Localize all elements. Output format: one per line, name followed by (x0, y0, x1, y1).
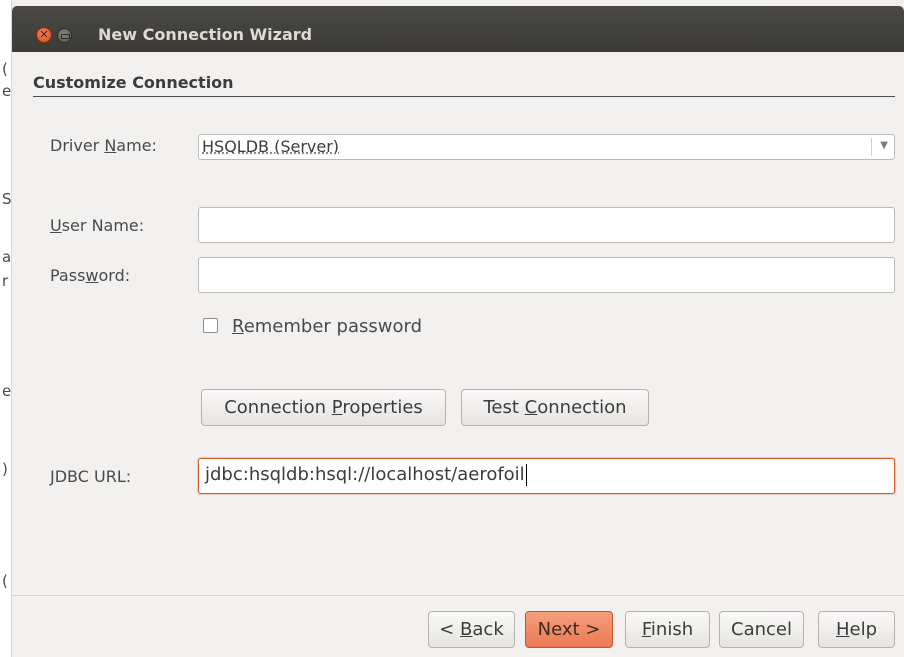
mnemonic: N (104, 136, 117, 155)
background-text-fragment: r (2, 272, 9, 290)
jdbc-url-value: jdbc:hsqldb:hsql://localhost/aerofoil (205, 464, 525, 485)
window-title: New Connection Wizard (98, 25, 313, 44)
remember-password-label[interactable]: Remember password (232, 316, 422, 337)
mnemonic: B (460, 619, 473, 640)
next-button[interactable]: Next > (525, 611, 613, 648)
background-text-fragment: e (2, 82, 12, 100)
mnemonic: F (641, 619, 651, 640)
test-connection-button[interactable]: Test Connection (461, 389, 649, 426)
button-text: onnection (537, 397, 627, 418)
label-text: ame: (116, 136, 157, 155)
section-divider (33, 96, 895, 97)
button-text: roperties (342, 397, 423, 418)
background-text-fragment: e (2, 382, 12, 400)
background-window-edge: ( e S a r e ) ( (0, 0, 12, 657)
label-text: emember password (243, 316, 422, 337)
button-text: elp (849, 619, 878, 640)
button-text: Connection (224, 397, 332, 418)
label-text: DBC URL: (54, 467, 132, 486)
connection-properties-button[interactable]: Connection Properties (201, 389, 446, 426)
chevron-down-icon[interactable]: ▼ (880, 140, 888, 151)
mnemonic: w (85, 266, 99, 285)
jdbc-url-field[interactable]: jdbc:hsqldb:hsql://localhost/aerofoil (198, 458, 895, 494)
label-text: ser Name: (61, 216, 145, 235)
driver-name-combobox[interactable]: HSQLDB (Server) ▼ (198, 134, 895, 160)
button-text: < (439, 619, 461, 640)
jdbc-url-label: JDBC URL: (50, 467, 131, 486)
wizard-dialog: ✕ New Connection Wizard Customize Connec… (12, 0, 904, 657)
minimize-icon[interactable] (57, 28, 72, 43)
background-text-fragment: ) (2, 460, 8, 478)
mnemonic: C (524, 397, 538, 418)
mnemonic: H (835, 619, 850, 640)
button-text: Test (483, 397, 525, 418)
combo-separator (871, 138, 872, 156)
section-title: Customize Connection (33, 73, 234, 92)
back-button[interactable]: < Back (428, 611, 515, 648)
mnemonic: P (331, 397, 343, 418)
password-field[interactable] (198, 257, 895, 293)
background-text-fragment: ( (2, 60, 8, 78)
password-label: Password: (50, 266, 130, 285)
user-name-field[interactable] (198, 207, 895, 243)
mnemonic: U (50, 216, 62, 235)
background-text-fragment: a (2, 248, 12, 266)
user-name-label: User Name: (50, 216, 144, 235)
background-text-fragment: S (2, 190, 12, 208)
help-button[interactable]: Help (818, 611, 895, 648)
mnemonic: R (232, 316, 244, 337)
button-text: ack (472, 619, 504, 640)
driver-name-label: Driver Name: (50, 136, 157, 155)
button-text: inish (650, 619, 694, 640)
footer-divider (12, 595, 904, 596)
label-text: ord: (98, 266, 131, 285)
close-icon[interactable]: ✕ (36, 27, 52, 43)
finish-button[interactable]: Finish (625, 611, 710, 648)
label-text: Pass (50, 266, 86, 285)
driver-name-value: HSQLDB (Server) (202, 137, 340, 156)
label-text: Driver (50, 136, 105, 155)
cancel-button[interactable]: Cancel (719, 611, 804, 648)
background-text-fragment: ( (2, 572, 8, 590)
remember-password-checkbox[interactable] (203, 318, 218, 333)
text-caret (525, 464, 527, 486)
title-bar[interactable]: ✕ New Connection Wizard (12, 6, 904, 52)
